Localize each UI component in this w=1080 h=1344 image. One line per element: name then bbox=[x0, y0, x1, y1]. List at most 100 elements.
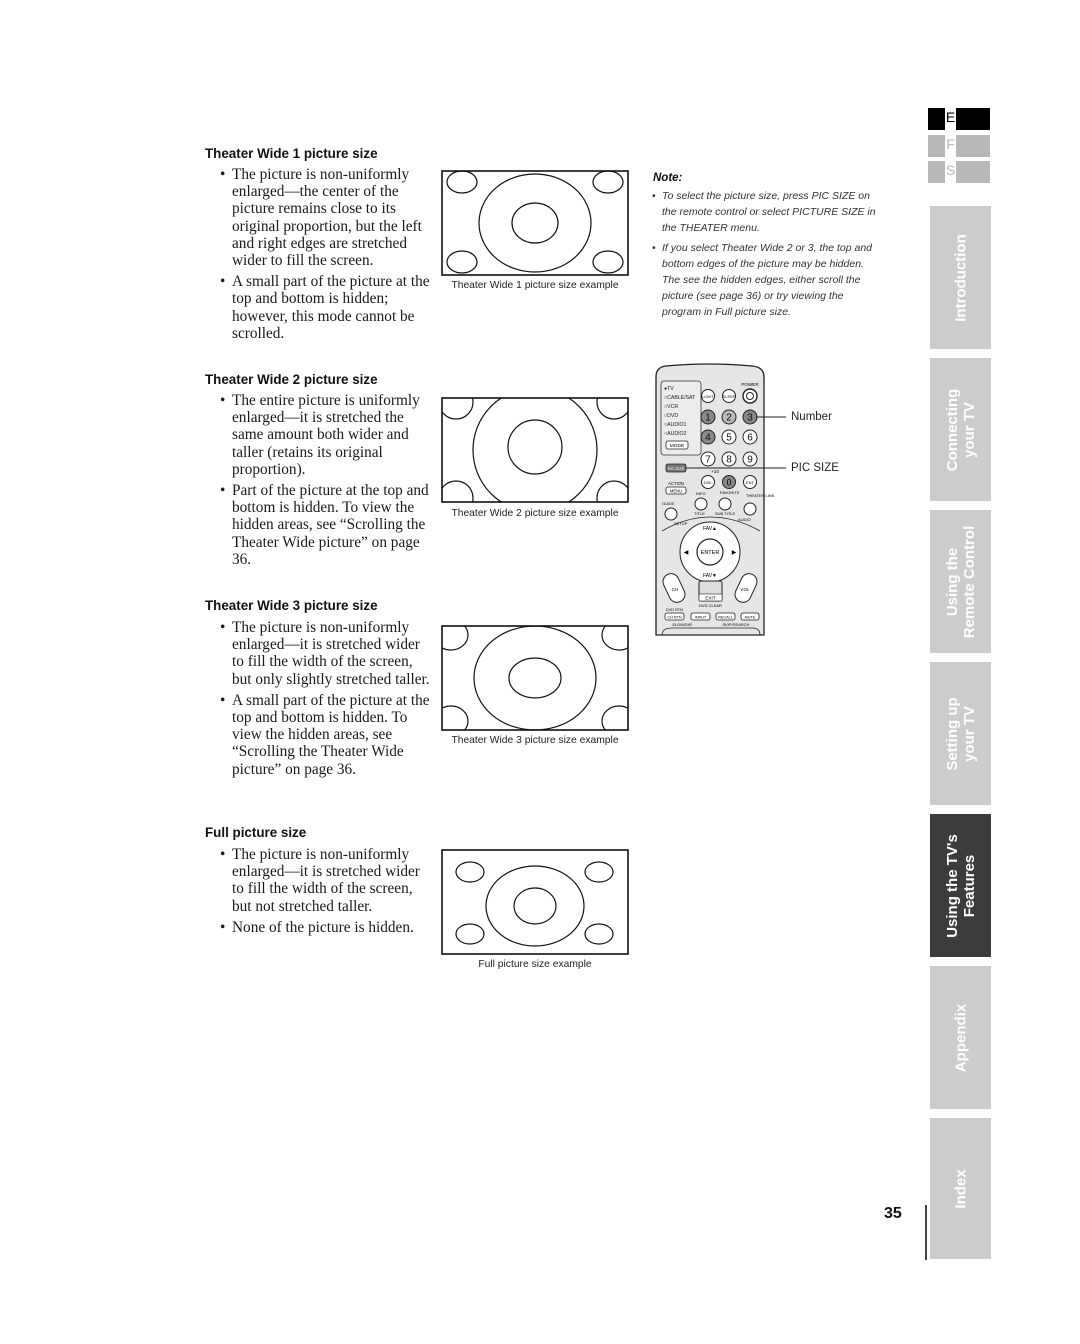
mode-dvd: ○DVD bbox=[664, 413, 678, 419]
language-letter: S bbox=[945, 162, 956, 178]
remote-label: GUIDE bbox=[662, 501, 675, 506]
diagram-caption: Full picture size example bbox=[478, 959, 592, 970]
tab-setting-up-your-tv[interactable]: Setting up your TV bbox=[930, 662, 991, 805]
mode-audio1: ○AUDIO1 bbox=[664, 422, 687, 428]
remote-label: SLEEP bbox=[723, 394, 736, 399]
tab-label: Using the Remote Control bbox=[943, 525, 978, 638]
language-item-english[interactable]: E bbox=[928, 108, 992, 130]
mode-button-label: MODE bbox=[670, 443, 684, 449]
remote-label: RECALL bbox=[718, 616, 733, 620]
bullet-item: The picture is non-uniformly enlarged—it… bbox=[220, 619, 432, 688]
page-number: 35 bbox=[884, 1205, 902, 1222]
digit-label: 8 bbox=[726, 455, 732, 466]
corner-circle bbox=[446, 170, 478, 194]
bullet-item: The picture is non-uniformly enlarged—it… bbox=[220, 846, 432, 915]
bullet-item: None of the picture is hidden. bbox=[220, 919, 432, 936]
tab-label: Appendix bbox=[952, 1003, 969, 1072]
section-bullets: The picture is non-uniformly enlarged—it… bbox=[220, 846, 432, 940]
tab-index[interactable]: Index bbox=[930, 1118, 991, 1259]
remote-label: ACTION bbox=[668, 481, 684, 486]
full-picture-diagram bbox=[441, 849, 629, 955]
digit-label: 9 bbox=[747, 455, 753, 466]
tab-label: Introduction bbox=[952, 233, 969, 322]
note-item: To select the picture size, press PIC SI… bbox=[652, 188, 880, 236]
remote-label: VOL bbox=[740, 587, 750, 592]
remote-label: ○CABLE/SAT bbox=[664, 395, 696, 401]
section-heading: Full picture size bbox=[205, 825, 307, 840]
tab-introduction[interactable]: Introduction bbox=[930, 206, 991, 349]
theater-wide-1-diagram bbox=[441, 170, 629, 276]
bullet-item: A small part of the picture at the top a… bbox=[220, 692, 432, 778]
fav-up-button: FAV▲ bbox=[703, 526, 717, 532]
info-button bbox=[694, 497, 708, 511]
tab-using-remote-control[interactable]: Using the Remote Control bbox=[930, 510, 991, 653]
language-item-spanish[interactable]: S bbox=[928, 161, 992, 183]
digit-label: 5 bbox=[726, 433, 732, 444]
remote-label: MUTE bbox=[745, 616, 756, 620]
language-marker bbox=[928, 161, 945, 183]
left-arrow-icon: ◀ bbox=[684, 550, 689, 556]
power-button bbox=[742, 388, 758, 404]
diagram-caption: Theater Wide 2 picture size example bbox=[451, 508, 619, 519]
remote-label: SETUP bbox=[674, 521, 688, 526]
fav-down-button: FAV▼ bbox=[703, 573, 717, 579]
corner-circle bbox=[596, 398, 628, 420]
corner-circle bbox=[442, 398, 474, 420]
corner-circle bbox=[584, 923, 614, 945]
guide-button bbox=[664, 507, 678, 521]
language-marker bbox=[928, 108, 945, 130]
right-arrow-icon: ▶ bbox=[732, 550, 737, 556]
remote-label: 100/- bbox=[703, 480, 713, 485]
remote-control-illustration: ●TV ○CABLE/SAT ○VCR ○DVD ○AUDIO1 ○AUDIO2… bbox=[655, 363, 786, 636]
center-circle bbox=[511, 202, 559, 244]
corner-circle bbox=[601, 705, 628, 730]
corner-circle bbox=[601, 626, 628, 651]
remote-label: DVD CLEAR bbox=[699, 603, 722, 608]
mode-vcr: ○VCR bbox=[664, 404, 678, 410]
remote-label: ENTER bbox=[701, 550, 720, 556]
language-item-french[interactable]: F bbox=[928, 135, 992, 157]
bullet-item: Part of the picture at the top and botto… bbox=[220, 482, 432, 568]
tab-label: Index bbox=[952, 1168, 969, 1209]
pic-size-button-label: PIC SIZE bbox=[668, 466, 685, 471]
corner-circle bbox=[592, 170, 624, 194]
section-bullets: The picture is non-uniformly enlarged—th… bbox=[220, 166, 432, 346]
digit-label: 3 bbox=[747, 413, 753, 424]
remote-label: ○DVD bbox=[664, 413, 678, 419]
remote-label: ○VCR bbox=[664, 404, 678, 410]
tab-using-tv-features[interactable]: Using the TV's Features bbox=[930, 814, 991, 957]
center-circle bbox=[507, 419, 563, 475]
large-circle bbox=[472, 398, 598, 502]
remote-label: LIGHT bbox=[702, 394, 714, 399]
remote-label: FAVORITE bbox=[720, 490, 740, 495]
number-keypad: 1 2 3 4 5 6 7 8 9 bbox=[700, 409, 758, 467]
note-title: Note: bbox=[653, 172, 683, 184]
language-marker bbox=[956, 108, 990, 130]
remote-label: THEATER LINK bbox=[746, 493, 775, 498]
digit-label: 1 bbox=[705, 413, 711, 424]
corner-circle bbox=[455, 861, 485, 883]
diagram-caption: Theater Wide 3 picture size example bbox=[451, 735, 619, 746]
remote-label: SKIP/SEARCH bbox=[723, 622, 750, 627]
section-bullets: The picture is non-uniformly enlarged—it… bbox=[220, 619, 432, 782]
section-bullets: The entire picture is uniformly enlarged… bbox=[220, 392, 432, 572]
digit-label: 4 bbox=[705, 433, 711, 444]
language-letter: E bbox=[945, 109, 956, 125]
mode-tv: ●TV bbox=[664, 386, 674, 392]
center-circle bbox=[513, 887, 557, 925]
corner-circle bbox=[442, 626, 469, 651]
mode-audio2: ○AUDIO2 bbox=[664, 431, 687, 437]
remote-label: ○AUDIO2 bbox=[664, 431, 687, 437]
remote-label: ○AUDIO1 bbox=[664, 422, 687, 428]
favorite-button bbox=[718, 497, 732, 511]
tab-appendix[interactable]: Appendix bbox=[930, 966, 991, 1109]
remote-label: TITLE bbox=[694, 511, 705, 516]
theater-link-button bbox=[743, 502, 757, 516]
theater-wide-2-diagram bbox=[441, 397, 629, 503]
screen-frame bbox=[441, 397, 629, 503]
page-number-rule bbox=[925, 1205, 927, 1260]
corner-circle bbox=[455, 923, 485, 945]
note-list: To select the picture size, press PIC SI… bbox=[652, 188, 880, 324]
tab-label: Setting up your TV bbox=[943, 696, 978, 771]
tab-connecting-your-tv[interactable]: Connecting your TV bbox=[930, 358, 991, 501]
